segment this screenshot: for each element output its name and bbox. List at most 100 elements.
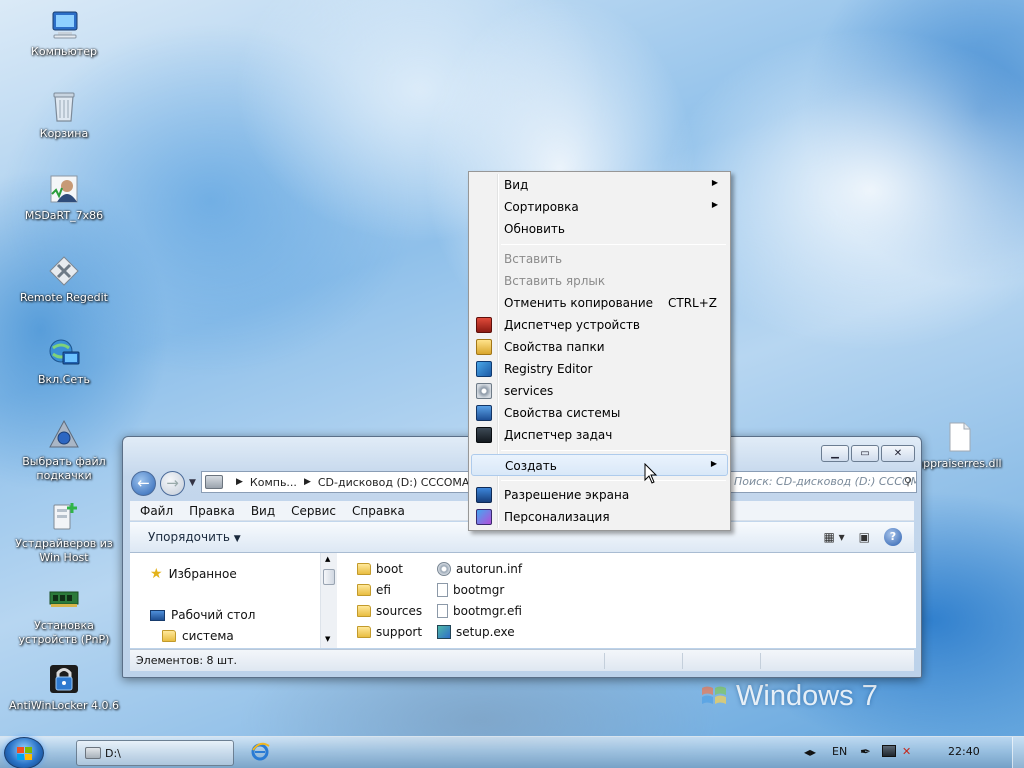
minimize-button[interactable]: ▁ <box>821 445 849 462</box>
list-item[interactable]: sources <box>357 604 422 618</box>
nav-system-folder[interactable]: система <box>162 629 234 643</box>
folder-icon <box>357 563 371 575</box>
chevron-right-icon[interactable]: ▶ <box>236 477 243 487</box>
pnp-device-icon <box>47 582 81 616</box>
desktop-icon-remote-regedit[interactable]: Remote Regedit <box>4 254 124 305</box>
desktop-icon-recycle-bin[interactable]: Корзина <box>4 90 124 141</box>
window-controls: ▁ ▭ ✕ <box>821 445 915 462</box>
forward-button[interactable]: → <box>160 470 185 496</box>
menu-view[interactable]: Вид <box>251 504 275 518</box>
menu-help[interactable]: Справка <box>352 504 405 518</box>
back-button[interactable]: ← <box>131 470 156 496</box>
screen-resolution-icon <box>476 487 492 503</box>
menu-item-label: Диспетчер устройств <box>504 318 641 332</box>
chevron-right-icon[interactable]: ▶ <box>304 477 311 487</box>
list-item[interactable]: bootmgr <box>437 583 504 597</box>
organize-button[interactable]: Упорядочить ▼ <box>148 530 241 544</box>
submenu-arrow-icon: ▶ <box>711 178 718 187</box>
nav-favorites-label: Избранное <box>168 567 237 581</box>
item-count: Элементов: 8 шт. <box>136 654 238 667</box>
pen-tool-icon[interactable]: ✒ <box>860 745 871 760</box>
computer-icon <box>47 8 81 42</box>
menu-item-device-manager[interactable]: Диспетчер устройств <box>471 314 728 336</box>
list-item[interactable]: efi <box>357 583 391 597</box>
file-icon <box>437 583 448 597</box>
desktop-icon-pagefile[interactable]: Выбрать файл подкачки <box>4 418 124 483</box>
file-list: boot efi sources support autorun.inf boo… <box>337 553 916 648</box>
clock[interactable]: 22:40 <box>948 745 980 758</box>
scroll-up-arrow[interactable]: ▲ <box>325 555 330 563</box>
taskbar: D:\ ◂▸ EN ✒ ✕ 22:40 <box>0 736 1024 768</box>
breadcrumb-computer[interactable]: Компь... <box>250 476 297 489</box>
nav-favorites[interactable]: ★ Избранное <box>150 566 237 582</box>
scroll-thumb[interactable] <box>323 569 335 585</box>
close-button[interactable]: ✕ <box>881 445 915 462</box>
status-divider <box>604 653 605 669</box>
list-item[interactable]: bootmgr.efi <box>437 604 522 618</box>
search-icon[interactable]: ⚲ <box>904 475 912 488</box>
show-hidden-icons-button[interactable]: ◂▸ <box>804 745 816 759</box>
desktop-icon-msdart[interactable]: MSDaRT_7x86 <box>4 172 124 223</box>
desktop-icon-computer[interactable]: Компьютер <box>4 8 124 59</box>
list-item[interactable]: autorun.inf <box>437 562 522 576</box>
taskbar-button-label: D:\ <box>105 747 121 760</box>
menu-file[interactable]: Файл <box>140 504 173 518</box>
search-input[interactable]: Поиск: CD-дисковод (D:) CCCOMA_X... ⚲ <box>729 471 917 493</box>
list-item[interactable]: setup.exe <box>437 625 515 639</box>
menu-tools[interactable]: Сервис <box>291 504 336 518</box>
star-icon: ★ <box>150 566 163 582</box>
menu-item-sort[interactable]: Сортировка ▶ <box>471 196 728 218</box>
scroll-down-arrow[interactable]: ▼ <box>325 635 330 643</box>
language-indicator[interactable]: EN <box>832 745 847 758</box>
submenu-arrow-icon: ▶ <box>711 200 718 209</box>
folder-options-icon <box>476 339 492 355</box>
menu-edit[interactable]: Правка <box>189 504 235 518</box>
taskbar-button-explorer[interactable]: D:\ <box>76 740 234 766</box>
windows-logo-icon <box>17 747 33 761</box>
desktop-icon-network[interactable]: Вкл.Сеть <box>4 336 124 387</box>
list-item[interactable]: boot <box>357 562 403 576</box>
menu-item-label: Registry Editor <box>504 362 593 376</box>
menu-item-screen-resolution[interactable]: Разрешение экрана <box>471 484 728 506</box>
volume-muted-icon[interactable]: ✕ <box>902 745 911 758</box>
menu-item-task-manager[interactable]: Диспетчер задач <box>471 424 728 446</box>
mouse-cursor-icon <box>644 463 658 484</box>
desktop-icon-label: AntiWinLocker 4.0.6 <box>9 699 119 712</box>
menu-item-services[interactable]: services <box>471 380 728 402</box>
menu-item-registry-editor[interactable]: Registry Editor <box>471 358 728 380</box>
navigation-scrollbar[interactable]: ▲ ▼ <box>320 553 337 648</box>
menu-item-undo-copy[interactable]: Отменить копирование CTRL+Z <box>471 292 728 314</box>
menu-item-label: Свойства папки <box>504 340 605 354</box>
status-bar: Элементов: 8 шт. <box>130 649 914 671</box>
preview-pane-button[interactable]: ▣ <box>859 530 870 544</box>
nav-desktop[interactable]: Рабочий стол <box>150 608 255 622</box>
breadcrumb-cd-drive[interactable]: CD-дисковод (D:) CCCOMA_X... <box>318 476 493 489</box>
start-button[interactable] <box>4 737 44 768</box>
menu-item-label: Создать <box>505 459 557 473</box>
network-tray-icon[interactable] <box>882 745 896 757</box>
internet-explorer-icon[interactable] <box>250 742 270 762</box>
menu-item-label: Обновить <box>504 222 565 236</box>
menu-item-folder-options[interactable]: Свойства папки <box>471 336 728 358</box>
desktop-icon-antiwinlocker[interactable]: AntiWinLocker 4.0.6 <box>4 662 124 713</box>
desktop-icon-pnp[interactable]: Установка устройств (PnP) <box>4 582 124 647</box>
change-view-button[interactable]: ▦ ▾ <box>823 530 844 544</box>
menu-item-personalization[interactable]: Персонализация <box>471 506 728 528</box>
recent-pages-dropdown[interactable]: ▼ <box>189 478 199 488</box>
menu-item-label: services <box>504 384 554 398</box>
menu-item-refresh[interactable]: Обновить <box>471 218 728 240</box>
maximize-button[interactable]: ▭ <box>851 445 879 462</box>
desktop-icon-drivers[interactable]: Устдрайверов из Win Host <box>4 500 124 565</box>
help-icon[interactable]: ? <box>884 528 902 546</box>
show-desktop-button[interactable] <box>1012 737 1024 768</box>
menu-item-system-properties[interactable]: Свойства системы <box>471 402 728 424</box>
desktop-folder-icon <box>150 609 165 621</box>
list-item[interactable]: support <box>357 625 422 639</box>
desktop-icon-label: Устдрайверов из Win Host <box>15 537 113 564</box>
menu-item-label: Вставить ярлык <box>504 274 606 288</box>
task-manager-icon <box>476 427 492 443</box>
menu-separator <box>501 450 726 451</box>
file-name: efi <box>376 583 391 597</box>
menu-item-view[interactable]: Вид ▶ <box>471 174 728 196</box>
menu-item-new[interactable]: Создать ▶ <box>471 454 728 476</box>
